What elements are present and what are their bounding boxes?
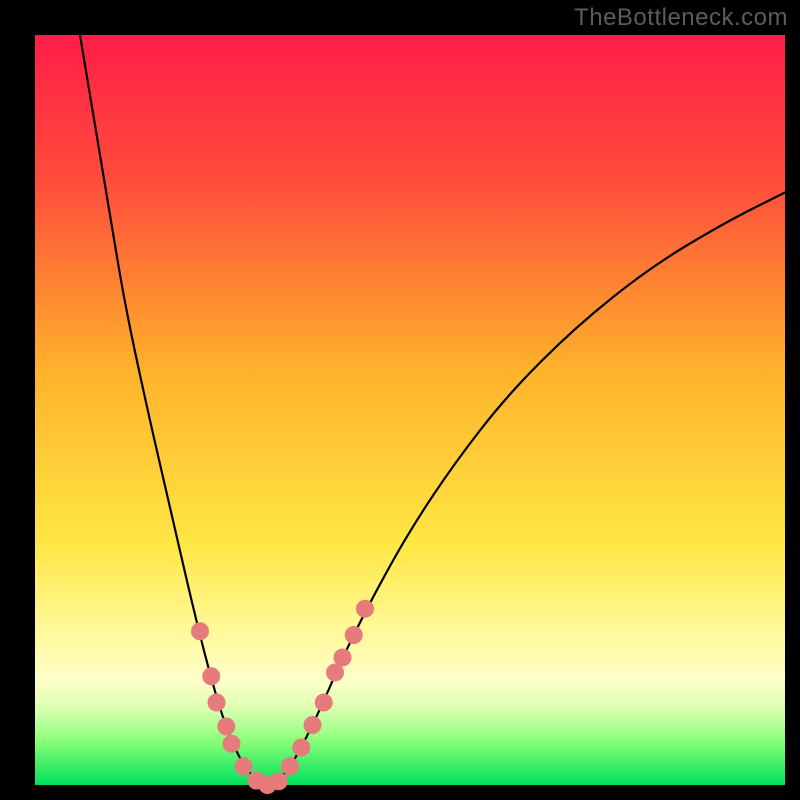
data-marker: [304, 716, 322, 734]
data-marker: [270, 772, 288, 790]
data-marker: [191, 622, 209, 640]
data-marker: [345, 626, 363, 644]
data-marker: [334, 649, 352, 667]
data-marker: [356, 600, 374, 618]
watermark-text: TheBottleneck.com: [574, 4, 788, 32]
data-marker: [202, 667, 220, 685]
data-marker: [235, 757, 253, 775]
data-marker: [217, 718, 235, 736]
chart-frame: TheBottleneck.com: [0, 0, 800, 800]
data-marker: [292, 739, 310, 757]
chart-canvas: [0, 0, 800, 800]
data-marker: [315, 694, 333, 712]
data-marker: [208, 694, 226, 712]
data-marker: [281, 757, 299, 775]
data-marker: [223, 735, 241, 753]
